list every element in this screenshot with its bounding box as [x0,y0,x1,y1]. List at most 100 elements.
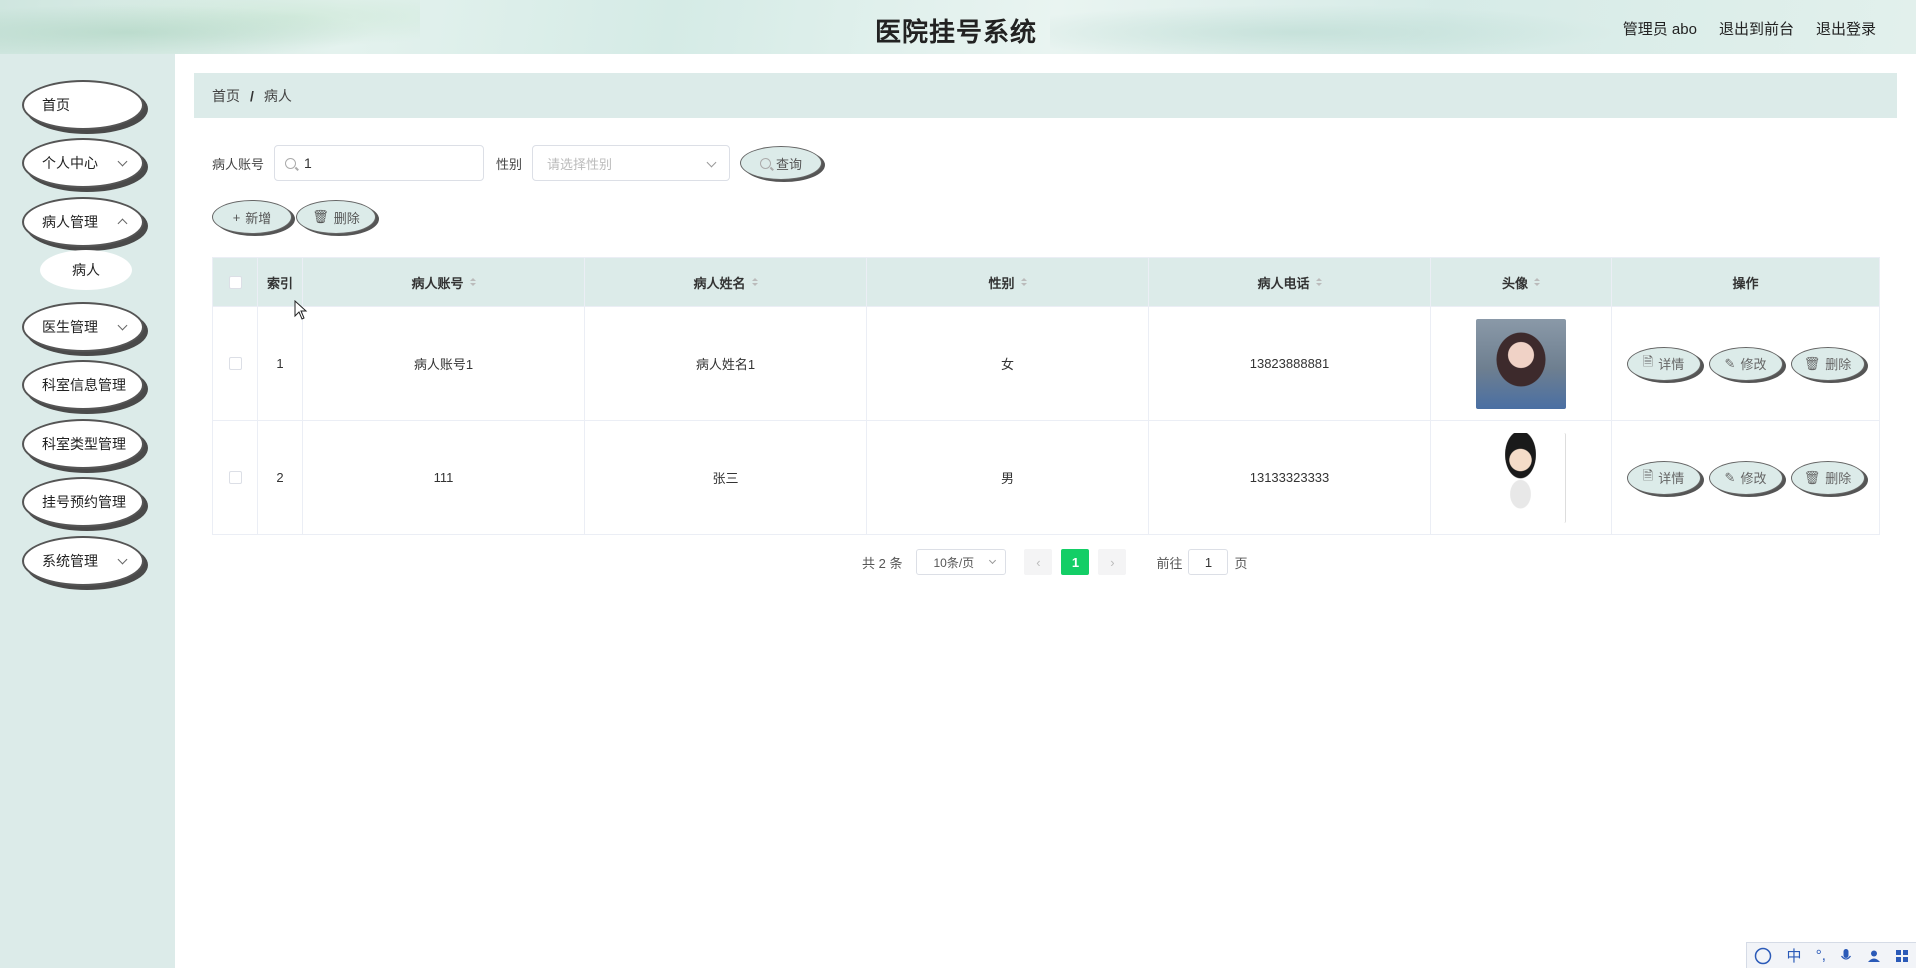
breadcrumb: 首页 / 病人 [194,73,1897,118]
delete-button-label: 删除 [333,210,360,226]
table-header: 索引 病人账号 病人姓名 性别 病人电话 头像 操作 [213,258,1879,306]
pencil-icon: ✎ [1724,355,1736,371]
trash-icon: 🗑 [1803,355,1821,371]
ifly-logo-icon[interactable] [1754,947,1772,965]
column-header-label: 性别 [988,275,1015,291]
detail-button[interactable]: 🗎 详情 [1626,460,1701,495]
exit-to-front-link[interactable]: 退出到前台 [1719,18,1794,39]
select-all-checkbox[interactable] [228,275,242,289]
index-cell: 2 [258,421,303,534]
sort-icon[interactable] [1020,278,1027,286]
sidebar-item-department-info[interactable]: 科室信息管理 [22,360,144,410]
chevron-down-icon [117,554,128,565]
patient-table: 索引 病人账号 病人姓名 性别 病人电话 头像 操作 1 病人账号1 病人姓名1… [212,257,1880,535]
sidebar-item-label: 首页 [42,97,70,113]
detail-button[interactable]: 🗎 详情 [1626,346,1701,381]
trash-icon: 🗑 [1803,469,1821,485]
sidebar-item-home[interactable]: 首页 [22,80,144,130]
edit-button-label: 修改 [1740,357,1767,372]
column-header-phone[interactable]: 病人电话 [1149,258,1431,306]
column-header: 索引 [258,258,303,306]
column-header-account[interactable]: 病人账号 [303,258,585,306]
breadcrumb-separator: / [250,87,254,104]
page-number-current[interactable]: 1 [1061,549,1090,575]
sidebar-item-label: 科室信息管理 [42,377,126,393]
row-checkbox[interactable] [228,471,242,484]
account-cell: 111 [303,421,585,534]
name-cell: 张三 [585,421,867,534]
sort-icon[interactable] [751,278,758,286]
account-label: 病人账号 [212,156,265,172]
gender-select-placeholder: 请选择性别 [547,156,613,172]
microphone-icon[interactable] [1840,948,1852,964]
table-row: 1 病人账号1 病人姓名1 女 13823888881 🗎 详情 ✎ 修改 🗑 删除 [213,306,1879,420]
detail-button-label: 详情 [1658,357,1685,372]
delete-row-button[interactable]: 🗑 删除 [1790,460,1865,495]
sidebar-item-patient-management[interactable]: 病人管理 [22,197,144,247]
prev-page-button[interactable]: ‹ [1024,549,1053,575]
sort-icon[interactable] [1315,278,1322,286]
column-header-operations: 操作 [1612,258,1879,306]
row-checkbox[interactable] [228,357,242,370]
search-bar: 病人账号 1 性别 请选择性别 查询 [212,144,823,182]
sidebar-item-personal-center[interactable]: 个人中心 [22,138,144,188]
account-search-input[interactable]: 1 [274,145,485,181]
sidebar-subitem-patient[interactable]: 病人 [40,250,132,290]
top-header: 医院挂号系统 管理员 abo 退出到前台 退出登录 [0,0,1916,54]
sidebar-item-system-management[interactable]: 系统管理 [22,536,144,586]
detail-button-label: 详情 [1658,471,1685,486]
avatar[interactable] [1476,318,1566,409]
sort-icon[interactable] [1534,278,1540,286]
sidebar-item-appointment[interactable]: 挂号预约管理 [22,477,144,527]
punctuation-icon[interactable]: °, [1816,947,1826,964]
gender-select[interactable]: 请选择性别 [532,145,731,181]
operations-cell: 🗎 详情 ✎ 修改 🗑 删除 [1612,421,1879,534]
avatar[interactable] [1476,432,1566,523]
column-header-index: 索引 [266,275,293,291]
breadcrumb-home[interactable]: 首页 [212,86,240,106]
phone-cell: 13823888881 [1149,307,1431,420]
goto-page-input[interactable]: 1 [1188,549,1229,575]
column-header-gender[interactable]: 性别 [867,258,1149,306]
chevron-down-icon [117,156,128,167]
ime-toolbar: 中 °, [1746,942,1916,968]
edit-button[interactable]: ✎ 修改 [1708,460,1783,495]
column-header-label: 病人电话 [1257,275,1310,291]
query-button[interactable]: 查询 [740,146,823,180]
gender-cell: 女 [867,307,1149,420]
row-select-cell [213,421,258,534]
select-all-cell [213,258,258,306]
add-button-label: 新增 [245,210,272,226]
logout-link[interactable]: 退出登录 [1816,18,1876,39]
sidebar-item-doctor-management[interactable]: 医生管理 [22,302,144,352]
plus-icon: + [232,209,241,225]
page-size-select[interactable]: 10条/页 [916,549,1007,575]
user-icon[interactable] [1867,949,1881,963]
chevron-down-icon [117,320,128,331]
column-header-name[interactable]: 病人姓名 [585,258,867,306]
sort-icon[interactable] [469,278,476,286]
gender-label: 性别 [496,156,523,172]
next-page-button[interactable]: › [1098,549,1127,575]
edit-button[interactable]: ✎ 修改 [1708,346,1783,381]
ime-language-toggle[interactable]: 中 [1786,945,1801,966]
table-row: 2 111 张三 男 13133323333 🗎 详情 ✎ 修改 🗑 删除 [213,420,1879,534]
column-header-label: 病人账号 [411,275,464,291]
goto-label: 前往 [1156,555,1183,571]
breadcrumb-current: 病人 [263,87,292,104]
sidebar-subitem-label: 病人 [72,262,100,278]
sidebar-item-label: 个人中心 [42,155,98,171]
sidebar-item-label: 医生管理 [42,319,98,335]
sidebar-item-label: 科室类型管理 [42,436,126,452]
avatar-cell [1431,307,1612,420]
chevron-up-icon [117,218,128,229]
sidebar-item-department-type[interactable]: 科室类型管理 [22,419,144,469]
batch-delete-button[interactable]: 🗑 删除 [296,200,376,234]
search-icon [760,157,772,169]
add-button[interactable]: + 新增 [212,200,292,234]
grid-icon[interactable] [1895,949,1909,963]
delete-row-button[interactable]: 🗑 删除 [1790,346,1865,381]
account-cell: 病人账号1 [303,307,585,420]
delete-button-label: 删除 [1825,357,1852,372]
column-header-avatar[interactable]: 头像 [1431,258,1612,306]
